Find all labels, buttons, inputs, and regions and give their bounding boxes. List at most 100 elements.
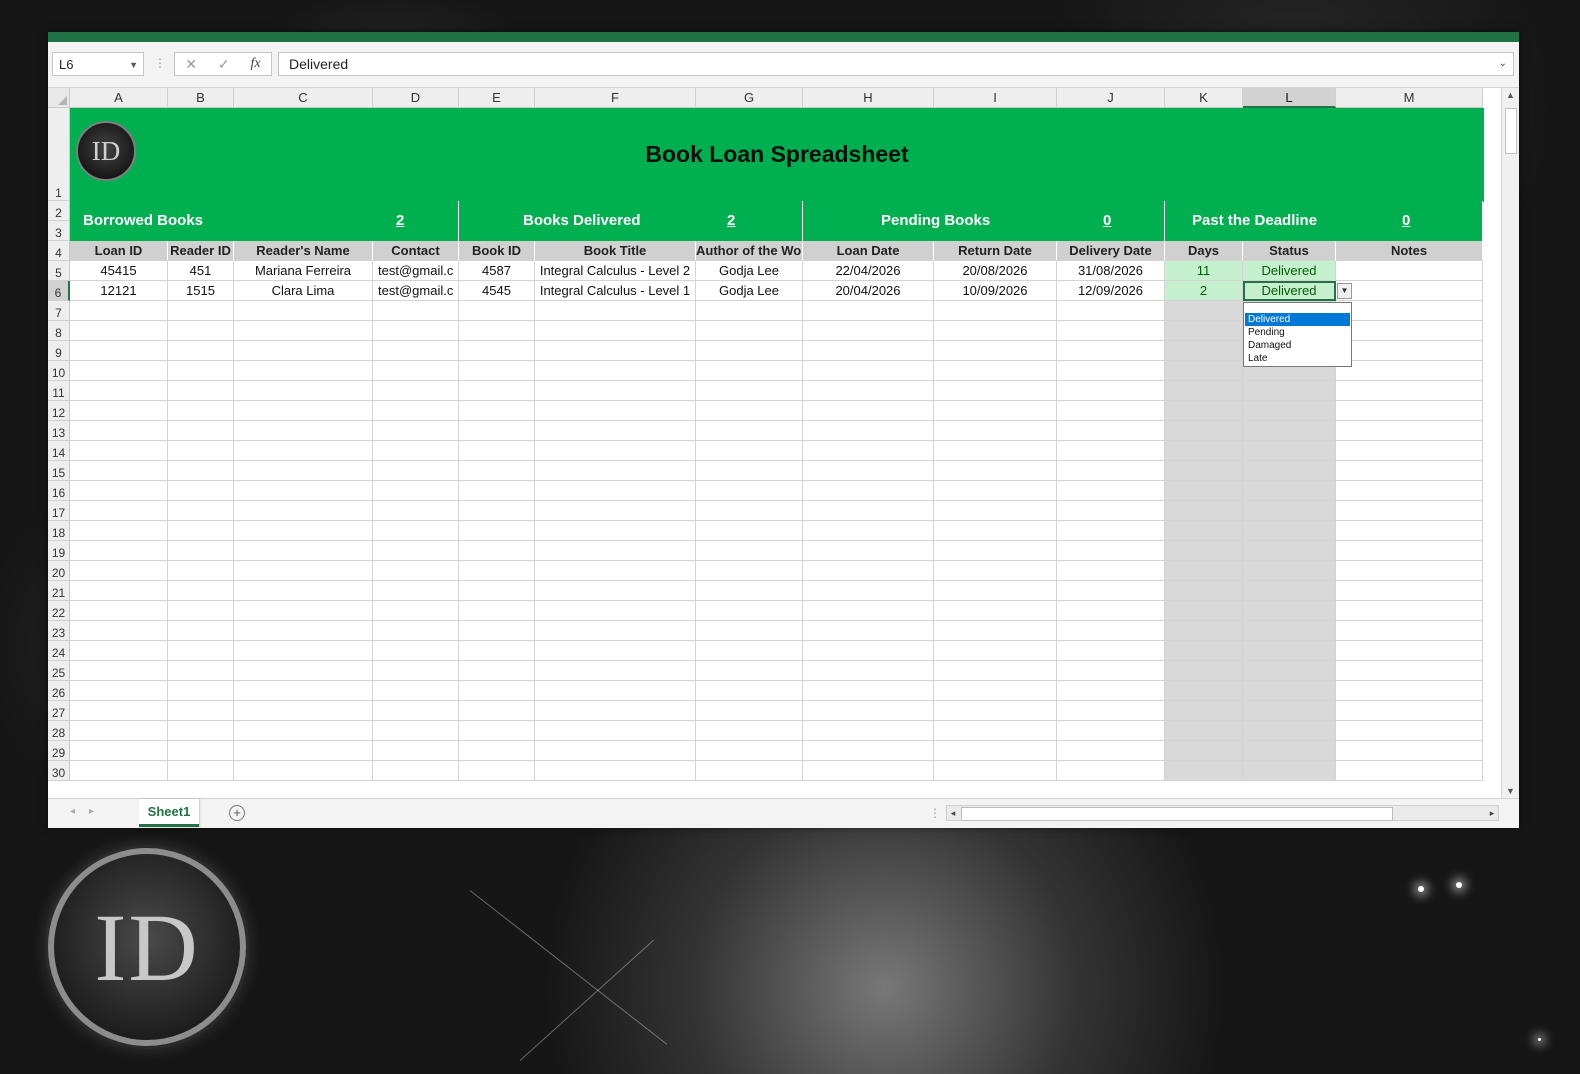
empty-cell[interactable]	[168, 541, 234, 561]
empty-cell[interactable]	[168, 561, 234, 581]
table-cell[interactable]: 11	[1165, 261, 1243, 281]
empty-cell[interactable]	[1336, 301, 1483, 321]
empty-cell[interactable]	[70, 381, 168, 401]
empty-cell[interactable]	[1336, 501, 1483, 521]
empty-cell[interactable]	[1165, 441, 1243, 461]
empty-cell[interactable]	[1336, 441, 1483, 461]
empty-cell[interactable]	[1165, 541, 1243, 561]
table-cell[interactable]: Integral Calculus - Level 1	[535, 281, 696, 301]
row-header-11[interactable]: 11	[48, 381, 70, 401]
empty-cell[interactable]	[1336, 641, 1483, 661]
empty-cell[interactable]	[373, 401, 459, 421]
empty-cell[interactable]	[70, 441, 168, 461]
empty-cell[interactable]	[696, 541, 803, 561]
empty-cell[interactable]	[1165, 501, 1243, 521]
empty-cell[interactable]	[1165, 421, 1243, 441]
empty-cell[interactable]	[1165, 641, 1243, 661]
empty-cell[interactable]	[373, 501, 459, 521]
name-box-dropdown-icon[interactable]: ▼	[129, 53, 138, 77]
empty-cell[interactable]	[168, 621, 234, 641]
empty-cell[interactable]	[168, 761, 234, 781]
empty-cell[interactable]	[803, 761, 934, 781]
empty-cell[interactable]	[1243, 561, 1336, 581]
table-cell[interactable]: 2	[1165, 281, 1243, 301]
table-cell[interactable]: 1515	[168, 281, 234, 301]
table-header-cell[interactable]: Author of the Work	[696, 241, 803, 261]
table-cell[interactable]: 12121	[70, 281, 168, 301]
empty-cell[interactable]	[459, 301, 535, 321]
empty-cell[interactable]	[696, 641, 803, 661]
empty-cell[interactable]	[1057, 681, 1165, 701]
empty-cell[interactable]	[535, 601, 696, 621]
empty-cell[interactable]	[696, 301, 803, 321]
table-cell[interactable]	[1336, 281, 1483, 301]
empty-cell[interactable]	[459, 461, 535, 481]
empty-cell[interactable]	[1336, 461, 1483, 481]
empty-cell[interactable]	[1336, 421, 1483, 441]
enter-icon[interactable]: ✓	[218, 56, 230, 73]
column-header-c[interactable]: C	[234, 88, 373, 108]
empty-cell[interactable]	[234, 341, 373, 361]
empty-cell[interactable]	[1243, 641, 1336, 661]
empty-cell[interactable]	[168, 401, 234, 421]
empty-cell[interactable]	[535, 341, 696, 361]
empty-cell[interactable]	[373, 541, 459, 561]
empty-cell[interactable]	[696, 481, 803, 501]
empty-cell[interactable]	[535, 741, 696, 761]
empty-cell[interactable]	[459, 541, 535, 561]
empty-cell[interactable]	[535, 301, 696, 321]
empty-cell[interactable]	[1243, 481, 1336, 501]
empty-cell[interactable]	[1243, 681, 1336, 701]
empty-cell[interactable]	[1057, 761, 1165, 781]
table-header-cell[interactable]: Reader ID	[168, 241, 234, 261]
empty-cell[interactable]	[696, 341, 803, 361]
empty-cell[interactable]	[1165, 701, 1243, 721]
empty-cell[interactable]	[803, 301, 934, 321]
row-header-22[interactable]: 22	[48, 601, 70, 621]
empty-cell[interactable]	[934, 421, 1057, 441]
row-header-26[interactable]: 26	[48, 681, 70, 701]
empty-cell[interactable]	[459, 401, 535, 421]
row-header-8[interactable]: 8	[48, 321, 70, 341]
empty-cell[interactable]	[1057, 741, 1165, 761]
empty-cell[interactable]	[1336, 581, 1483, 601]
empty-cell[interactable]	[168, 581, 234, 601]
empty-cell[interactable]	[934, 321, 1057, 341]
empty-cell[interactable]	[535, 621, 696, 641]
empty-cell[interactable]	[168, 301, 234, 321]
empty-cell[interactable]	[934, 641, 1057, 661]
select-all-corner[interactable]	[48, 88, 70, 108]
empty-cell[interactable]	[535, 641, 696, 661]
table-header-cell[interactable]: Loan Date	[803, 241, 934, 261]
scroll-right-icon[interactable]: ▸	[1486, 806, 1498, 820]
row-header-21[interactable]: 21	[48, 581, 70, 601]
empty-cell[interactable]	[696, 321, 803, 341]
empty-cell[interactable]	[168, 681, 234, 701]
empty-cell[interactable]	[1057, 401, 1165, 421]
tab-sheet1[interactable]: Sheet1	[139, 799, 199, 827]
empty-cell[interactable]	[696, 461, 803, 481]
empty-cell[interactable]	[234, 701, 373, 721]
row-header-14[interactable]: 14	[48, 441, 70, 461]
empty-cell[interactable]	[70, 421, 168, 441]
empty-cell[interactable]	[1336, 361, 1483, 381]
row-header-1[interactable]: 1	[48, 108, 70, 201]
empty-cell[interactable]	[1057, 421, 1165, 441]
empty-cell[interactable]	[234, 521, 373, 541]
empty-cell[interactable]	[459, 481, 535, 501]
table-cell[interactable]: Mariana Ferreira	[234, 261, 373, 281]
empty-cell[interactable]	[373, 461, 459, 481]
table-cell[interactable]: test@gmail.c	[373, 281, 459, 301]
empty-cell[interactable]	[1057, 541, 1165, 561]
row-header-10[interactable]: 10	[48, 361, 70, 381]
row-header-3[interactable]: 3	[48, 221, 70, 241]
empty-cell[interactable]	[70, 321, 168, 341]
empty-cell[interactable]	[803, 321, 934, 341]
empty-cell[interactable]	[803, 701, 934, 721]
empty-cell[interactable]	[535, 721, 696, 741]
empty-cell[interactable]	[373, 341, 459, 361]
empty-cell[interactable]	[459, 641, 535, 661]
empty-cell[interactable]	[168, 361, 234, 381]
tab-scroll-arrows-icon[interactable]: ◂▸	[70, 806, 108, 817]
empty-cell[interactable]	[1165, 301, 1243, 321]
